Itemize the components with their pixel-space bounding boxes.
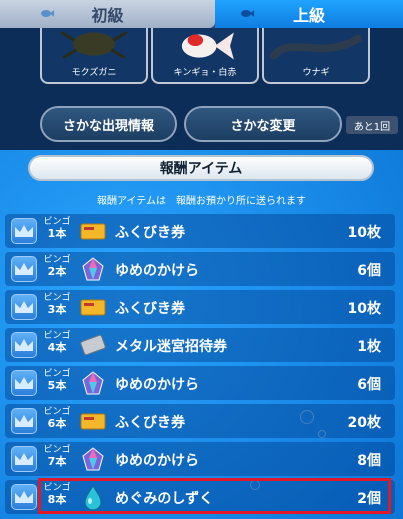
fish-name: ウナギ [302, 68, 330, 78]
reward-row: ビンゴ 2本 ゆめのかけら 6個 [5, 252, 395, 286]
fish-panel: モクズガニ キンギョ・白赤 ウナギ さかな出現情報 さかな変更 あと1回 [0, 28, 403, 150]
ticket-icon [80, 413, 106, 430]
item-quantity: 6個 [357, 377, 381, 393]
tab-beginner-label: 初級 [91, 6, 124, 25]
bingo-number: 5本 [47, 379, 67, 392]
item-name: ゆめのかけら [115, 263, 199, 279]
bingo-label: ビンゴ [43, 217, 71, 227]
item-name: ゆめのかけら [115, 377, 199, 393]
crown-icon [11, 408, 37, 434]
item-quantity: 10枚 [347, 301, 381, 317]
tab-advanced-label: 上級 [292, 6, 325, 25]
tab-beginner[interactable]: 初級 [0, 0, 215, 28]
reward-note: 報酬アイテムは 報酬お預かり所に送られます [97, 196, 306, 207]
bingo-count: ビンゴ 3本 [41, 293, 73, 321]
reward-title: 報酬アイテム [28, 155, 374, 181]
tab-bar: 初級 上級 [0, 0, 403, 28]
fish-list: モクズガニ キンギョ・白赤 ウナギ [40, 28, 370, 84]
crystal-icon [82, 447, 104, 471]
bingo-number: 6本 [47, 417, 67, 430]
bingo-label: ビンゴ [43, 255, 71, 265]
item-name: ふくびき券 [115, 301, 185, 317]
item-quantity: 10枚 [347, 225, 381, 241]
bingo-number: 3本 [47, 303, 67, 316]
fish-icon [41, 10, 54, 17]
item-name: ふくびき券 [115, 415, 185, 431]
bingo-number: 2本 [47, 265, 67, 278]
crown-icon [11, 446, 37, 472]
reward-row: ビンゴ 6本 ふくびき券 20枚 [5, 404, 395, 438]
fish-appearance-info-button[interactable]: さかな出現情報 [40, 106, 177, 142]
item-name: ゆめのかけら [115, 453, 199, 469]
crystal-icon [82, 257, 104, 281]
ticket-icon [80, 223, 106, 240]
bingo-count: ビンゴ 1本 [41, 217, 73, 245]
fish-icon [241, 10, 254, 17]
item-quantity: 1枚 [357, 339, 381, 355]
bingo-count: ビンゴ 7本 [41, 445, 73, 473]
reward-row: ビンゴ 1本 ふくびき券 10枚 [5, 214, 395, 248]
reward-row: ビンゴ 7本 ゆめのかけら 8個 [5, 442, 395, 476]
goldfish-icon [181, 32, 234, 60]
item-name: ふくびき券 [115, 225, 185, 241]
bingo-label: ビンゴ [43, 293, 71, 303]
bingo-label: ビンゴ [43, 445, 71, 455]
bingo-count: ビンゴ 4本 [41, 331, 73, 359]
metal-ticket-icon [80, 334, 106, 356]
bingo-number: 7本 [47, 455, 67, 468]
bingo-number: 4本 [47, 341, 67, 354]
fish-card-unagi[interactable]: ウナギ [262, 28, 370, 84]
eel-icon [269, 34, 363, 60]
bingo-count: ビンゴ 6本 [41, 407, 73, 435]
bingo-count: ビンゴ 5本 [41, 369, 73, 397]
crab-icon [60, 31, 128, 59]
reward-section: 報酬アイテム 報酬アイテムは 報酬お預かり所に送られます ビンゴ 1本 ふくびき券… [0, 150, 403, 519]
crown-icon [11, 294, 37, 320]
fish-card-mokuzugani[interactable]: モクズガニ [40, 28, 148, 84]
crown-icon [11, 256, 37, 282]
item-quantity: 6個 [357, 263, 381, 279]
ticket-icon [80, 299, 106, 316]
change-fish-button[interactable]: さかな変更 [184, 106, 342, 142]
bingo-label: ビンゴ [43, 331, 71, 341]
reward-row: ビンゴ 4本 メタル迷宮招待券 1枚 [5, 328, 395, 362]
crystal-icon [82, 371, 104, 395]
fish-card-kingyo[interactable]: キンギョ・白赤 [151, 28, 259, 84]
bingo-label: ビンゴ [43, 407, 71, 417]
crown-icon [11, 218, 37, 244]
reward-row: ビンゴ 5本 ゆめのかけら 6個 [5, 366, 395, 400]
tab-advanced[interactable]: 上級 [215, 0, 403, 28]
item-name: メタル迷宮招待券 [115, 339, 227, 355]
crown-icon [11, 484, 37, 510]
crown-icon [11, 332, 37, 358]
bingo-label: ビンゴ [43, 369, 71, 379]
remaining-count-badge: あと1回 [346, 116, 398, 134]
bingo-count: ビンゴ 2本 [41, 255, 73, 283]
crown-icon [11, 370, 37, 396]
highlight-box [38, 478, 391, 514]
fish-name: モクズガニ [71, 68, 117, 78]
fish-name: キンギョ・白赤 [173, 68, 237, 78]
item-quantity: 20枚 [347, 415, 381, 431]
bingo-number: 1本 [47, 227, 67, 240]
item-quantity: 8個 [357, 453, 381, 469]
reward-row: ビンゴ 3本 ふくびき券 10枚 [5, 290, 395, 324]
